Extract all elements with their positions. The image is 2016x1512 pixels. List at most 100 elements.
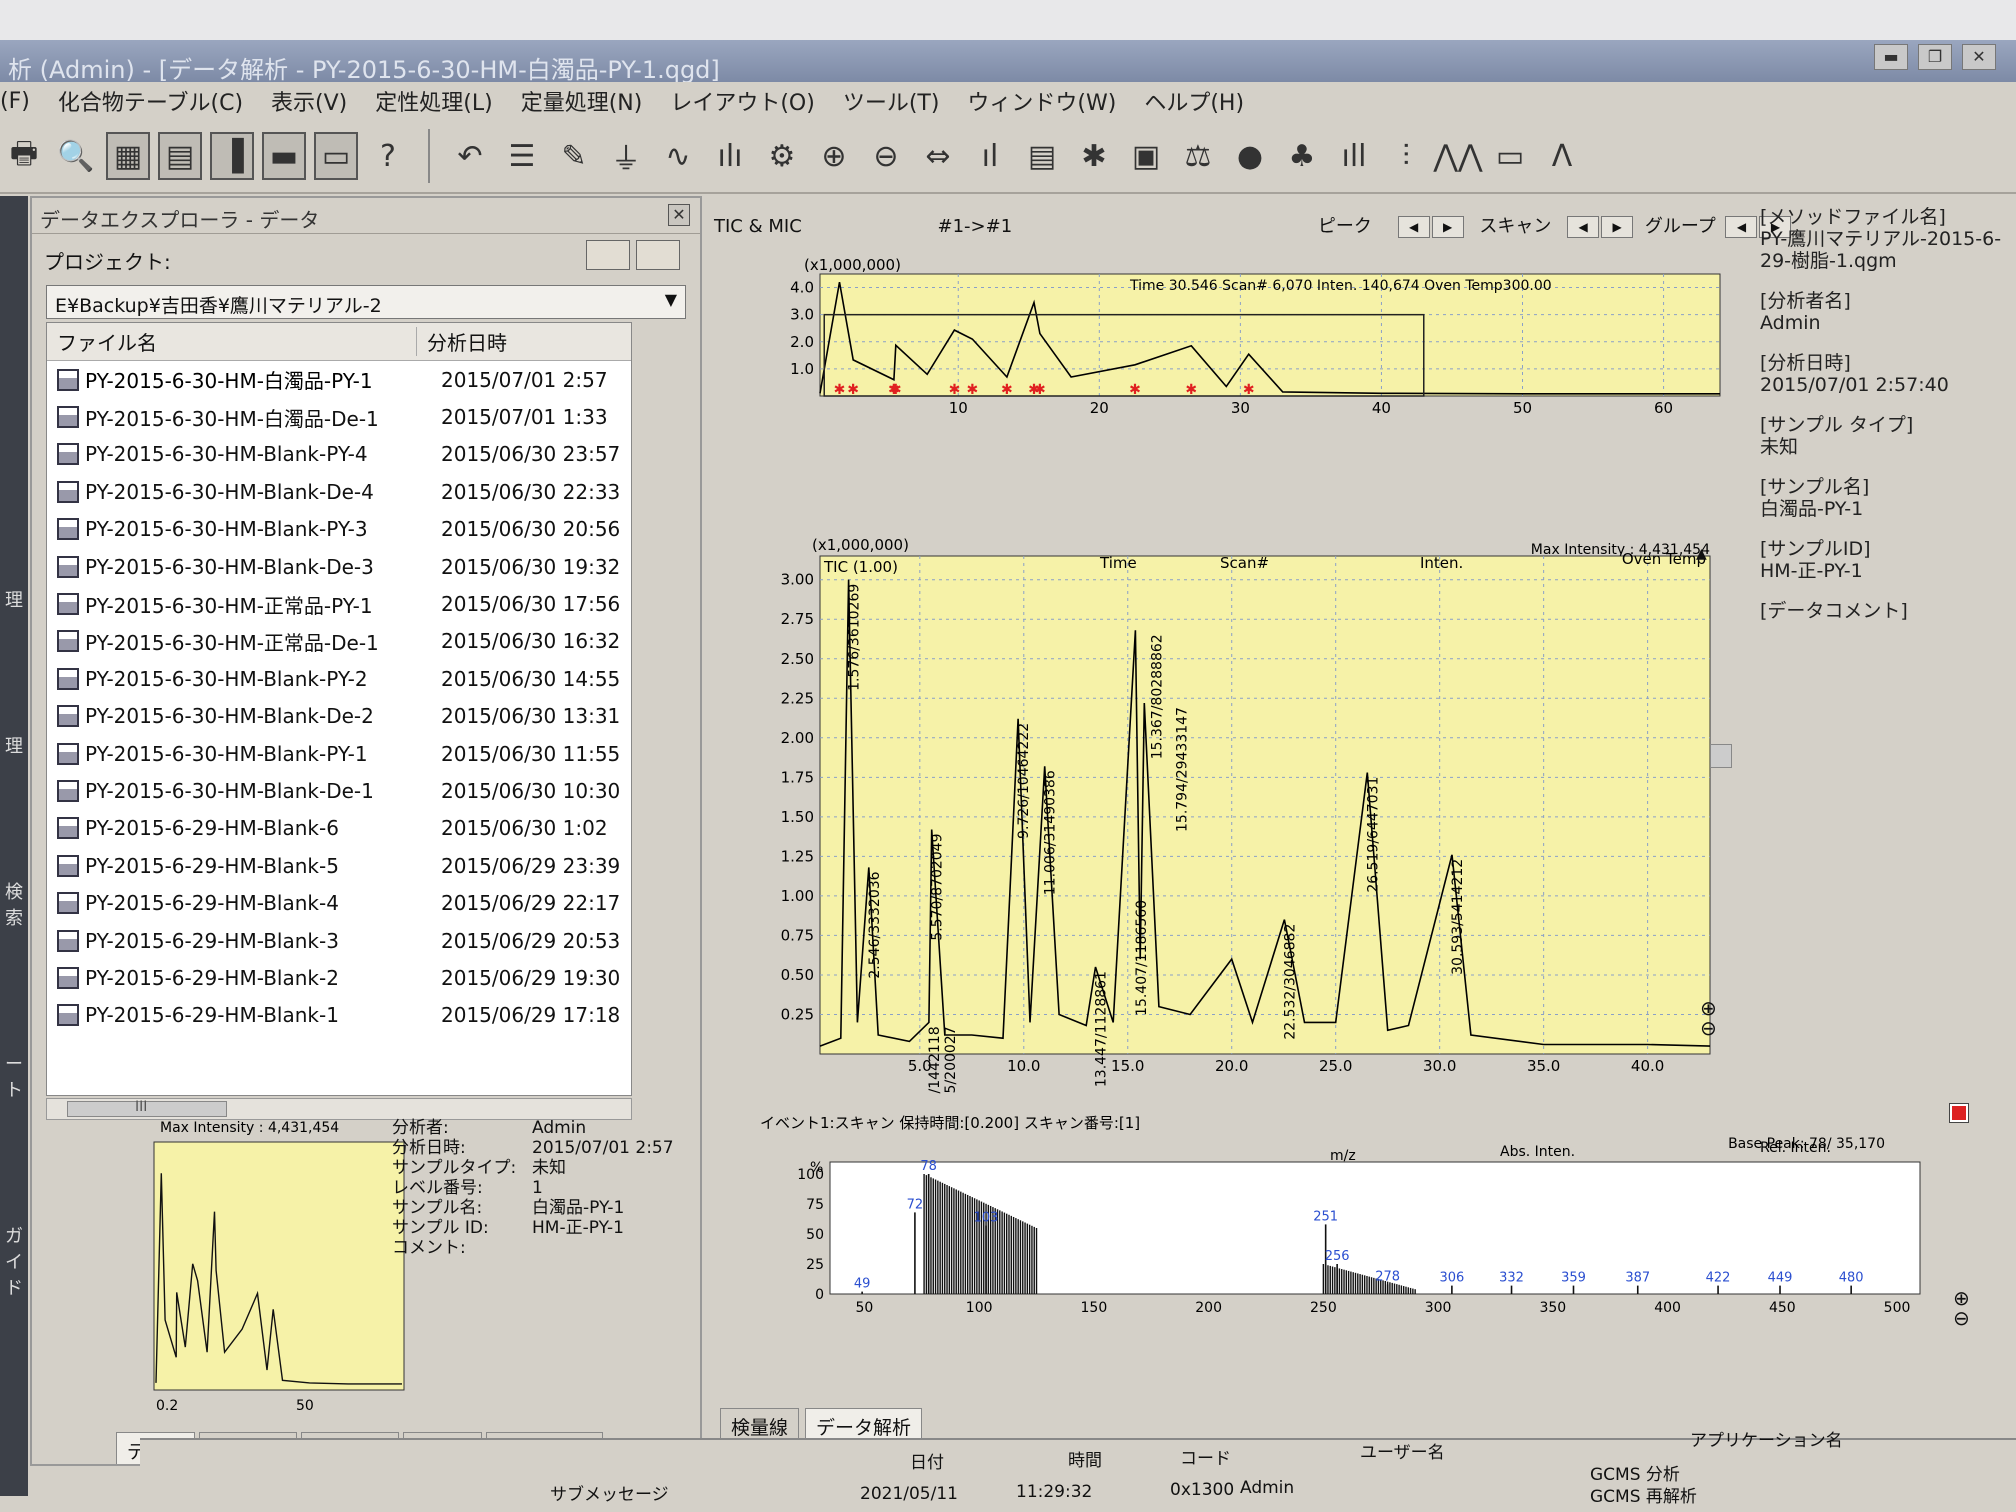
spectrum-peak-label: 256 [1325,1249,1350,1264]
meta-row: 分析者: Admin [392,1118,674,1138]
data-file-icon [57,368,79,391]
maximize-icon[interactable]: ❐ [1918,44,1952,70]
file-row[interactable]: PY-2015-6-30-HM-Blank-De-3 2015/06/30 19:… [47,548,631,585]
file-row[interactable]: PY-2015-6-29-HM-Blank-1 2015/06/29 17:18 [47,997,631,1034]
left-strip-item-0[interactable]: 理 [0,586,28,612]
scroll-up-icon[interactable]: ▲ [1696,546,1707,562]
record-icon[interactable] [1949,1103,1969,1123]
print-preview-icon[interactable]: 🔍 [54,132,98,180]
close-icon[interactable]: ✕ [668,204,690,226]
file-list-scrollbar[interactable]: III [46,1098,632,1120]
left-strip-item-3[interactable]: ート [0,1050,28,1102]
close-icon[interactable]: ✕ [1962,44,1996,70]
left-strip-item-1[interactable]: 理 [0,732,28,758]
menu-item-2[interactable]: 表示(V) [271,85,347,117]
menu-item-7[interactable]: ウィンドウ(W) [967,85,1116,117]
overview-chromatogram[interactable]: (x1,000,000)Max Intensity : 4,431,4541.0… [730,256,1740,416]
menu-item-1[interactable]: 化合物テーブル(C) [58,85,243,117]
spectrum-zoom-out-icon[interactable]: ⊖ [1953,1306,1970,1330]
peak-settings-icon[interactable]: ⚙ [760,132,804,180]
spectrum-view-icon[interactable]: ▭ [1488,132,1532,180]
compare-icon[interactable]: ▤ [158,132,202,180]
spec-y-tick: 100 [797,1167,824,1183]
left-strip-item-2[interactable]: 検索 [0,878,28,930]
file-row[interactable]: PY-2015-6-30-HM-Blank-PY-2 2015/06/30 14:… [47,660,631,697]
file-row[interactable]: PY-2015-6-30-HM-正常品-De-1 2015/06/30 16:32 [47,623,631,660]
menu-item-6[interactable]: ツール(T) [843,85,940,117]
data-file-icon [57,406,79,429]
file-row[interactable]: PY-2015-6-30-HM-白濁品-De-1 2015/07/01 1:33 [47,398,631,435]
left-strip-item-4[interactable]: ガイド [0,1222,28,1300]
lines-icon[interactable]: ⋀⋀ [1433,132,1482,180]
spectrum-tab-1[interactable]: データ解析 [805,1408,923,1440]
status-time: 11:29:32 [1016,1482,1093,1502]
group-prev-button[interactable]: ◀ [1725,216,1758,238]
identify-icon[interactable]: Λ [1540,132,1584,180]
peak-label: 11.006/31490386 [1043,770,1059,895]
nav-scan-label: スキャン [1479,216,1552,237]
minimize-icon[interactable]: ▬ [1874,44,1908,70]
spectrum-icon[interactable]: ılı [708,132,752,180]
file-row[interactable]: PY-2015-6-29-HM-Blank-5 2015/06/29 23:39 [47,847,631,884]
file-row[interactable]: PY-2015-6-30-HM-Blank-De-4 2015/06/30 22:… [47,473,631,510]
vertical-scroll-thumb[interactable] [1710,744,1732,768]
file-row[interactable]: PY-2015-6-30-HM-Blank-PY-1 2015/06/30 11:… [47,735,631,772]
main-chromatogram[interactable]: (x1,000,000) Max Intensity : 4,431,4540.2… [730,534,1770,1094]
folder-icon[interactable] [636,240,680,270]
background-icon[interactable]: ıl [968,132,1012,180]
filter-icon[interactable]: ⏚ [604,132,648,180]
print-icon[interactable]: 🖶 [2,132,46,180]
spectrum-tab-0[interactable]: 検量線 [720,1408,800,1440]
file-row[interactable]: PY-2015-6-30-HM-Blank-PY-3 2015/06/30 20:… [47,511,631,548]
info-value: 未知 [1760,436,1799,458]
layout-2-icon[interactable]: ▬ [262,132,306,180]
file-row[interactable]: PY-2015-6-30-HM-Blank-De-1 2015/06/30 10:… [47,772,631,809]
col-filename[interactable]: ファイル名 [47,327,417,356]
menu-item-4[interactable]: 定量処理(N) [521,85,643,117]
file-row[interactable]: PY-2015-6-30-HM-Blank-PY-4 2015/06/30 23:… [47,436,631,473]
peak-label: 13.447/1128861 [1093,971,1109,1087]
file-row[interactable]: PY-2015-6-29-HM-Blank-4 2015/06/29 22:17 [47,884,631,921]
project-select[interactable]: E¥Backup¥吉田香¥鷹川マテリアル-2 ▼ [46,285,686,319]
multi-bar-icon[interactable]: ⫶ [1384,132,1428,180]
menu-item-3[interactable]: 定性処理(L) [375,85,492,117]
peak-table-icon[interactable]: ☰ [500,132,544,180]
mass-icon[interactable]: ♣ [1280,132,1324,180]
undo-icon[interactable]: ↶ [448,132,492,180]
file-date: 2015/07/01 1:33 [441,405,608,430]
menu-item-5[interactable]: レイアウト(O) [670,85,814,117]
info-value: PY-鷹川マテリアル-2015-6-29-樹脂-1.qgm [1760,228,2002,272]
zoom-out-icon[interactable]: ⊖ [1700,1016,1717,1040]
layout-3-icon[interactable]: ▭ [314,132,358,180]
col-analysis-date[interactable]: 分析日時 [417,327,507,356]
method-icon[interactable]: ✎ [552,132,596,180]
report-icon[interactable]: ▣ [1124,132,1168,180]
open-folder-icon[interactable] [586,240,630,270]
integration-icon[interactable]: ∿ [656,132,700,180]
move-peak-icon[interactable]: ⇔ [916,132,960,180]
file-row[interactable]: PY-2015-6-30-HM-白濁品-PY-1 2015/07/01 2:57 [47,361,631,398]
help-icon[interactable]: ? [366,132,410,180]
peak-prev-button[interactable]: ◀ [1397,216,1430,238]
exclude-icon[interactable]: ✱ [1072,132,1116,180]
bar-icon[interactable]: ıll [1332,132,1376,180]
file-row[interactable]: PY-2015-6-29-HM-Blank-2 2015/06/29 19:30 [47,959,631,996]
file-row[interactable]: PY-2015-6-29-HM-Blank-3 2015/06/29 20:53 [47,922,631,959]
file-row[interactable]: PY-2015-6-30-HM-Blank-De-2 2015/06/30 13:… [47,698,631,735]
file-row[interactable]: PY-2015-6-30-HM-正常品-PY-1 2015/06/30 17:56 [47,585,631,622]
scan-next-button[interactable]: ▶ [1601,216,1634,238]
file-date: 2015/06/30 14:55 [441,666,621,691]
mass-spectrum[interactable]: イベント1:スキャン 保持時間:[0.200] スキャン番号:[1]Base P… [750,1110,1950,1320]
data-explorer-icon[interactable]: ▦ [106,132,150,180]
layout-1-icon[interactable]: ▐ [210,132,254,180]
dot-icon[interactable]: ● [1228,132,1272,180]
add-peak-icon[interactable]: ⊕ [812,132,856,180]
delete-peak-icon[interactable]: ⊖ [864,132,908,180]
scan-prev-button[interactable]: ◀ [1567,216,1600,238]
similarity-icon[interactable]: ⚖ [1176,132,1220,180]
peak-next-button[interactable]: ▶ [1431,216,1464,238]
menu-item-8[interactable]: ヘルプ(H) [1144,85,1244,117]
library-icon[interactable]: ▤ [1020,132,1064,180]
menu-item-0[interactable]: (F) [0,89,30,114]
file-row[interactable]: PY-2015-6-29-HM-Blank-6 2015/06/30 1:02 [47,810,631,847]
